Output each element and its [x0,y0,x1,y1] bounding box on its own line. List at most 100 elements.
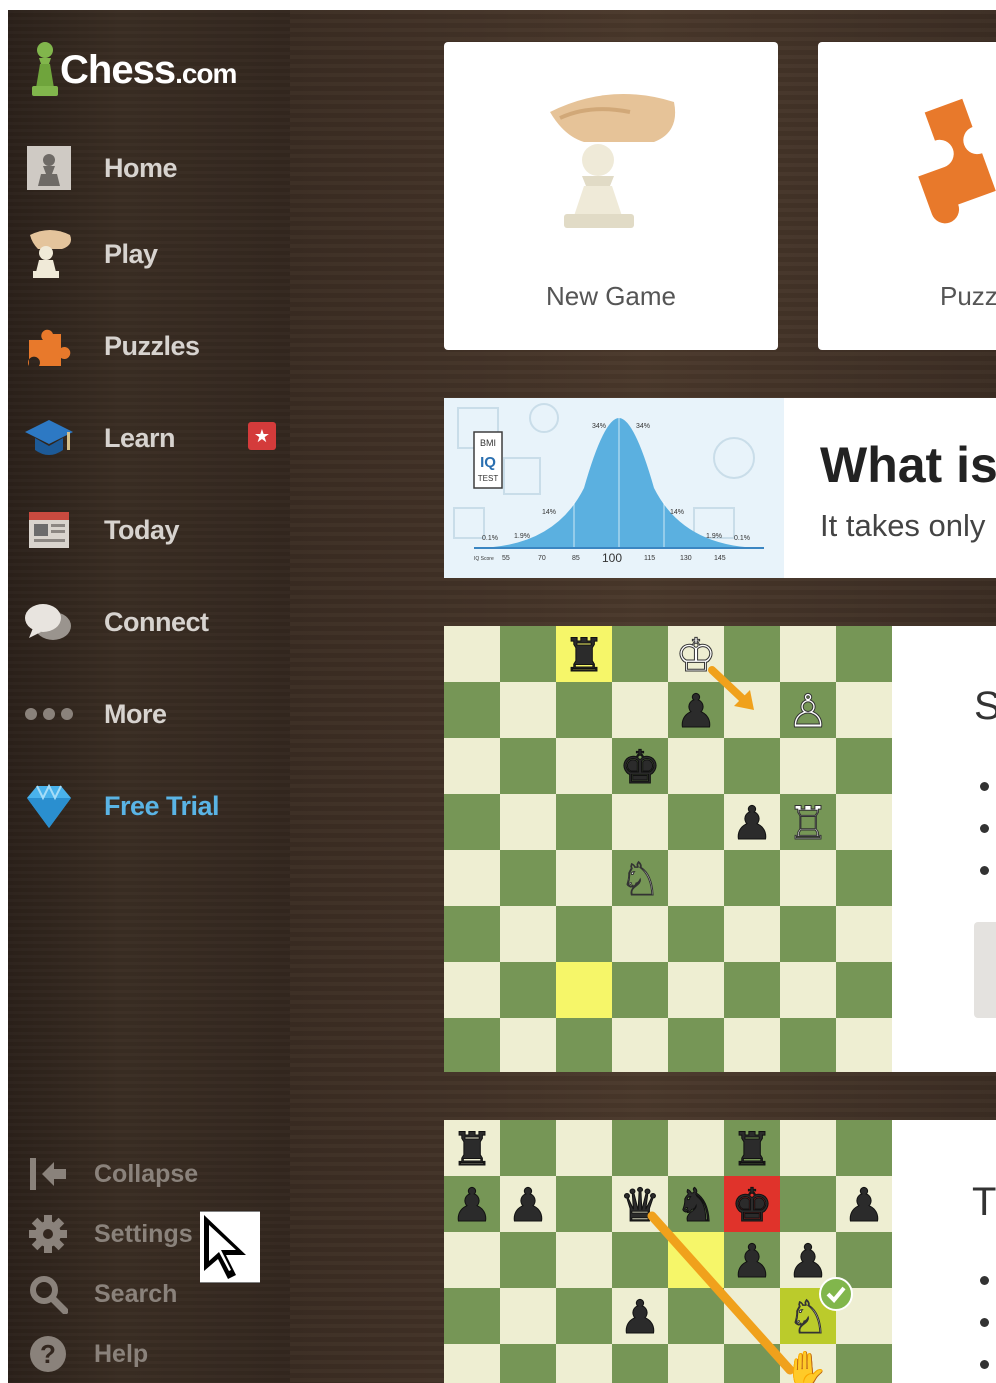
board-square[interactable] [556,794,612,850]
board-square[interactable] [780,1176,836,1232]
board-square[interactable] [500,850,556,906]
board-square[interactable] [556,682,612,738]
black-pawn-icon[interactable]: ♟ [731,1233,773,1288]
board-square[interactable] [780,626,836,682]
board-square[interactable] [612,1018,668,1072]
board-square[interactable] [444,682,500,738]
nav-more[interactable]: More [22,684,282,744]
board-square[interactable] [500,794,556,850]
board-square[interactable] [836,626,892,682]
black-rook-icon[interactable]: ♜ [451,1121,493,1176]
nav-connect[interactable]: Connect [22,592,282,652]
board-square[interactable] [444,1344,500,1383]
board-square[interactable] [556,962,612,1018]
board-square[interactable] [500,906,556,962]
chess-board-1[interactable]: ♜ ♔♟ ♙♚♟ ♖♘ [444,626,892,1072]
black-pawn-icon[interactable]: ♟ [451,1177,493,1232]
board-square[interactable] [612,1232,668,1288]
black-pawn-icon[interactable]: ♟ [731,795,773,850]
board-square[interactable] [444,626,500,682]
board-square[interactable] [836,1344,892,1383]
new-game-card[interactable]: New Game [444,42,778,350]
board-square[interactable] [724,906,780,962]
board-square[interactable] [836,962,892,1018]
board-square[interactable] [724,1288,780,1344]
board-square[interactable] [836,738,892,794]
black-pawn-icon[interactable]: ♟ [843,1177,885,1232]
iq-test-ad-banner[interactable]: BMI IQ TEST 34% 34% 14% 14% 0.1% 1.9% 1.… [444,398,996,578]
board-square[interactable] [724,738,780,794]
black-rook-icon[interactable]: ♜ [731,1121,773,1176]
board-square[interactable] [500,682,556,738]
lesson-card-2[interactable]: ♜ ♜ ♟ ♟ ♛ ♞ ♚ ♟ ♟ ♟ ♟ ♘ ✋ T [444,1120,996,1383]
board-square[interactable] [500,626,556,682]
nav-free-trial[interactable]: Free Trial [22,776,282,836]
puzzles-card[interactable]: Puzz [818,42,996,350]
board-square[interactable] [780,906,836,962]
black-king-icon[interactable]: ♚ [619,739,661,794]
board-square[interactable] [556,1288,612,1344]
nav-puzzles[interactable]: Puzzles [22,316,282,376]
board-square[interactable] [668,738,724,794]
board-square[interactable] [668,1120,724,1176]
white-rook-icon[interactable]: ♖ [787,795,829,850]
white-pawn-icon[interactable]: ♙ [787,683,829,738]
settings-button[interactable]: Settings [26,1209,226,1259]
board-square[interactable] [668,962,724,1018]
lesson-card-1[interactable]: ♜ ♔ ♟ ♙ ♚ ♟ ♖ ♘ S [444,626,996,1072]
black-pawn-icon[interactable]: ♟ [787,1233,829,1288]
nav-learn[interactable]: Learn ★ [22,408,282,468]
board-square[interactable] [500,1018,556,1072]
white-knight-icon[interactable]: ♘ [619,851,661,906]
board-square[interactable] [668,906,724,962]
board-square[interactable] [612,1344,668,1383]
board-square[interactable] [556,1344,612,1383]
black-pawn-icon[interactable]: ♟ [675,683,717,738]
board-square[interactable] [668,850,724,906]
board-square[interactable] [836,682,892,738]
nav-play[interactable]: Play [22,224,282,284]
board-square[interactable] [612,962,668,1018]
board-square[interactable] [836,906,892,962]
board-square[interactable] [780,738,836,794]
nav-today[interactable]: Today [22,500,282,560]
board-square[interactable] [500,1232,556,1288]
board-square[interactable] [612,906,668,962]
board-square[interactable] [668,1344,724,1383]
board-square[interactable] [724,962,780,1018]
board-square[interactable] [556,1232,612,1288]
board-square[interactable] [836,794,892,850]
board-square[interactable] [556,1018,612,1072]
black-pawn-icon[interactable]: ♟ [619,1289,661,1344]
board-square[interactable] [444,906,500,962]
board-square[interactable] [444,850,500,906]
board-square[interactable] [836,850,892,906]
board-square[interactable] [444,738,500,794]
board-square[interactable] [556,1176,612,1232]
board-square[interactable] [444,1232,500,1288]
board-square[interactable] [836,1018,892,1072]
board-square[interactable] [668,794,724,850]
board-square[interactable] [500,1344,556,1383]
chess-board-2[interactable]: ♜ ♜♟ ♟ ♛ ♞ ♚ ♟♟ ♟♟ ♘✋ [444,1120,892,1383]
board-square[interactable] [500,1120,556,1176]
board-square[interactable] [668,1288,724,1344]
board-square[interactable] [668,1018,724,1072]
board-square[interactable] [500,738,556,794]
black-rook-icon[interactable]: ♜ [563,627,605,682]
board-square[interactable] [612,794,668,850]
board-square[interactable] [780,962,836,1018]
board-square[interactable] [556,738,612,794]
board-square[interactable] [500,962,556,1018]
chess-com-logo[interactable]: Chess.com [30,38,270,102]
board-square[interactable] [612,682,668,738]
board-square[interactable] [556,906,612,962]
board-square[interactable] [612,1120,668,1176]
board-square[interactable] [724,850,780,906]
black-pawn-icon[interactable]: ♟ [507,1177,549,1232]
board-square[interactable] [612,626,668,682]
board-square[interactable] [780,850,836,906]
board-square[interactable] [444,1288,500,1344]
black-king-icon[interactable]: ♚ [731,1177,773,1232]
lesson-1-button[interactable] [974,922,996,1018]
